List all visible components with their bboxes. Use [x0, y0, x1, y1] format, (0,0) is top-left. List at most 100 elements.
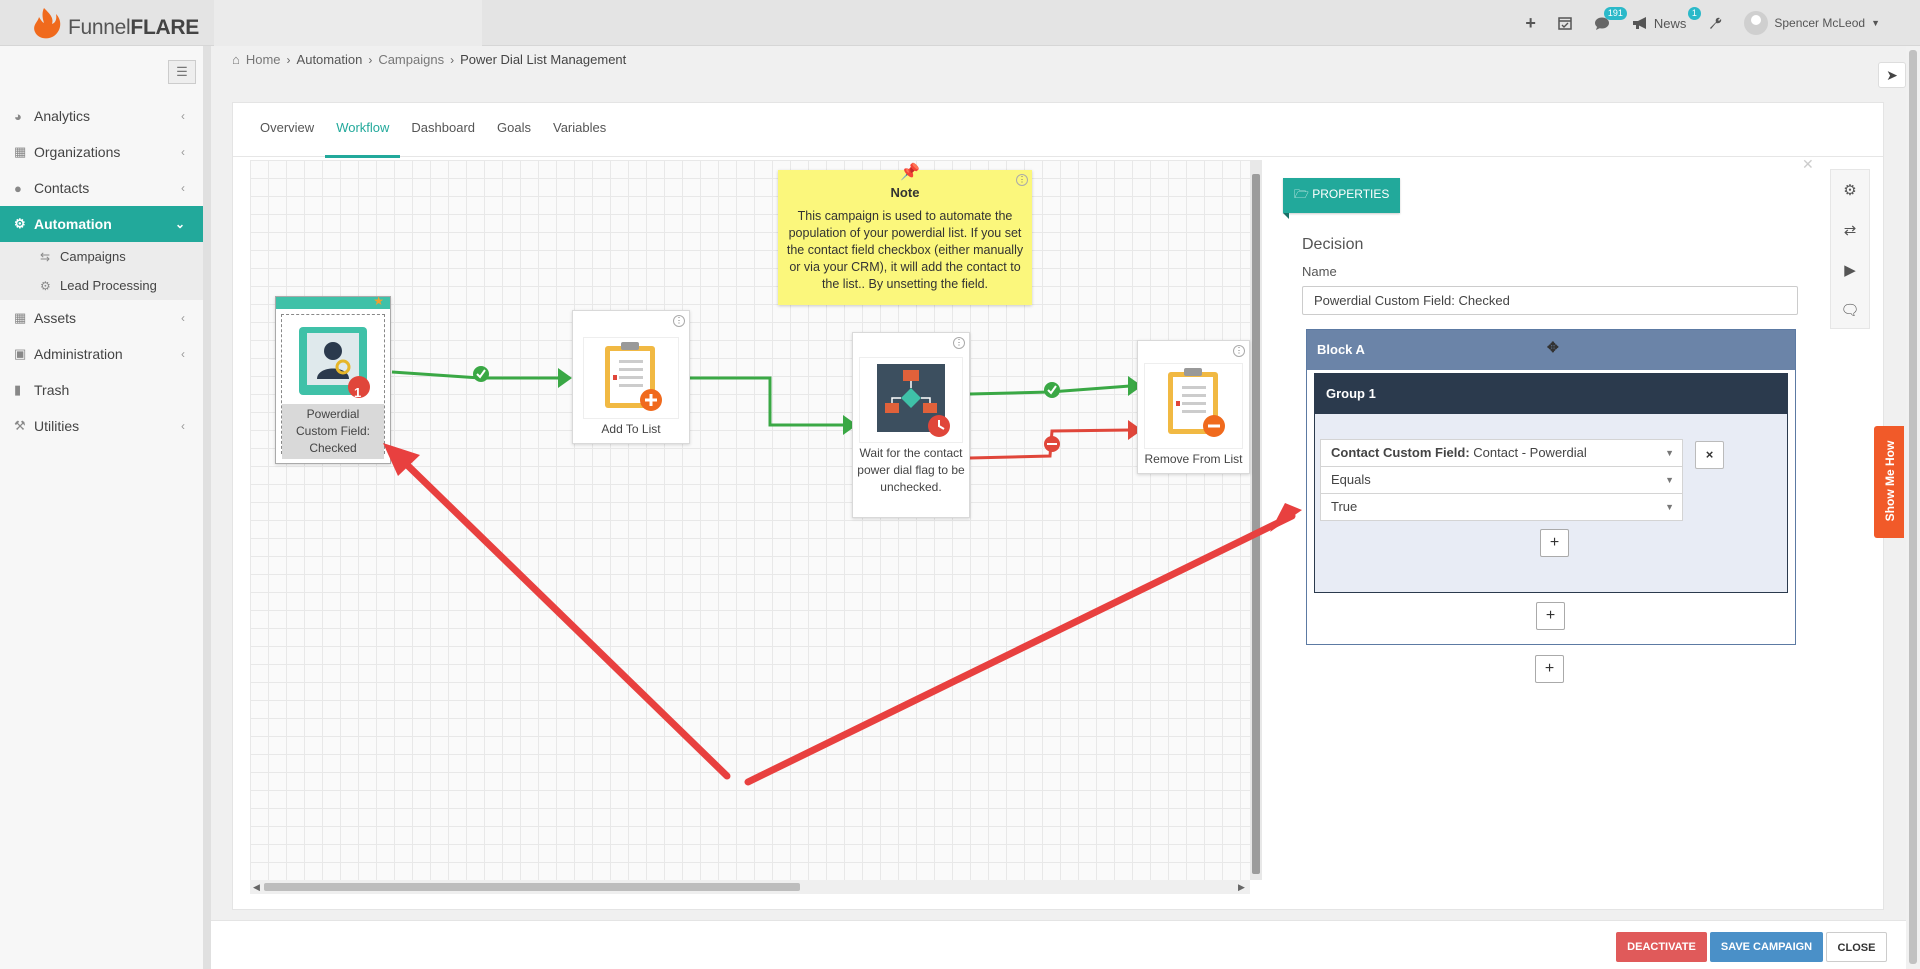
workflow-node-wait[interactable]: ⋮ Wait for the contact power dial flag t… — [852, 332, 970, 518]
sidebar-item-trash[interactable]: ▮ Trash — [0, 372, 203, 408]
sidebar-item-organizations[interactable]: ▦ Organizations ‹ — [0, 134, 203, 170]
move-icon[interactable]: ✥ — [1547, 327, 1559, 367]
tab-workflow[interactable]: Workflow — [325, 103, 401, 158]
sidebar-item-assets[interactable]: ▦ Assets ‹ — [0, 300, 203, 336]
lock-icon: ▣ — [14, 346, 27, 361]
workflow-node-decision[interactable]: ★ 1 Powerdial Custom Field: Checked — [275, 294, 391, 464]
tab-overview[interactable]: Overview — [249, 103, 325, 157]
users-icon: ● — [14, 180, 22, 196]
node-label: Remove From List — [1144, 452, 1243, 466]
notifications-badge: 191 — [1603, 6, 1627, 20]
chevron-left-icon: ‹ — [181, 311, 185, 325]
calendar-check-icon[interactable] — [1558, 16, 1572, 30]
condition-field-select[interactable]: Contact Custom Field: Contact - Powerdia… — [1320, 439, 1683, 467]
caret-down-icon: ▼ — [1665, 502, 1674, 512]
user-name: Spencer McLeod — [1774, 16, 1866, 30]
funnelflare-logo[interactable]: FunnelFLARE — [30, 6, 210, 40]
sitemap-icon: ▦ — [14, 144, 27, 159]
note-title: Note — [890, 185, 920, 200]
menu-icon: ☰ — [176, 64, 188, 79]
clipboard-remove-icon — [1167, 368, 1225, 437]
chevron-left-icon: ‹ — [181, 145, 185, 159]
node-icon-frame — [583, 337, 679, 419]
news-label: News — [1653, 15, 1687, 31]
sidebar: ☰ ◕ Analytics ‹ ▦ Organizations ‹ ● Contacts ‹… — [0, 46, 211, 969]
workflow-node-remove-from-list[interactable]: ⋮ Remove From List — [1137, 340, 1250, 474]
cogs-icon: ⚙ — [14, 216, 26, 231]
tab-goals[interactable]: Goals — [486, 103, 542, 157]
scroll-thumb[interactable] — [1252, 174, 1260, 874]
add-block-button[interactable]: + — [1535, 655, 1564, 683]
decision-name-input[interactable] — [1302, 286, 1798, 315]
properties-type-title: Decision — [1302, 236, 1364, 253]
note-text: This campaign is used to automate the po… — [786, 209, 1024, 291]
save-campaign-button[interactable]: SAVE CAMPAIGN — [1710, 932, 1823, 962]
breadcrumb-home[interactable]: Home — [246, 52, 281, 67]
breadcrumb-automation[interactable]: Automation — [297, 52, 363, 67]
sidebar-item-campaigns[interactable]: ⇆ Campaigns — [0, 242, 203, 271]
kebab-menu-icon[interactable]: ⋮ — [1016, 174, 1028, 186]
sidebar-toggle-button[interactable]: ☰ — [168, 60, 196, 84]
tab-dashboard[interactable]: Dashboard — [400, 103, 486, 157]
collapse-panel-button[interactable]: ➤ — [1878, 62, 1906, 88]
close-properties-icon[interactable]: ✕ — [1802, 156, 1814, 173]
kebab-menu-icon[interactable]: ⋮ — [673, 315, 685, 327]
node-label: Powerdial Custom Field: Checked — [282, 404, 384, 459]
logo-text: FunnelFLARE — [68, 16, 199, 39]
automation-submenu: ⇆ Campaigns ⚙ Lead Processing — [0, 242, 203, 300]
show-me-how-tab[interactable]: Show Me How — [1874, 426, 1904, 538]
sidebar-item-lead-processing[interactable]: ⚙ Lead Processing — [0, 271, 203, 300]
sidebar-item-analytics[interactable]: ◕ Analytics ‹ — [0, 98, 203, 134]
sidebar-item-contacts[interactable]: ● Contacts ‹ — [0, 170, 203, 206]
group-header[interactable]: Group 1 — [1315, 374, 1787, 414]
workflow-node-add-to-list[interactable]: ⋮ Add To List — [572, 310, 690, 444]
kebab-menu-icon[interactable]: ⋮ — [1233, 345, 1245, 357]
star-icon: ★ — [373, 294, 384, 308]
scroll-right-arrow[interactable]: ▶ — [1238, 882, 1245, 893]
news-button[interactable]: News 1 — [1632, 6, 1701, 31]
random-icon[interactable]: ⇄ — [1831, 210, 1869, 250]
plus-icon[interactable]: + — [1525, 13, 1536, 34]
canvas-vertical-scrollbar[interactable] — [1250, 160, 1262, 880]
breadcrumb-campaigns[interactable]: Campaigns — [378, 52, 444, 67]
condition-group-1: Group 1 Contact Custom Field: Contact - … — [1314, 373, 1788, 593]
sidebar-item-automation[interactable]: ⚙ Automation ⌄ — [0, 206, 203, 242]
condition-operator-select[interactable]: Equals ▼ — [1320, 466, 1683, 494]
add-condition-button[interactable]: + — [1540, 529, 1569, 557]
scroll-thumb[interactable] — [264, 883, 800, 891]
notifications-button[interactable]: 191 — [1594, 6, 1627, 31]
breadcrumb-current: Power Dial List Management — [460, 52, 627, 67]
sidebar-item-utilities[interactable]: ⚒ Utilities ‹ — [0, 408, 203, 444]
workflow-canvas[interactable] — [250, 160, 1250, 880]
scroll-thumb[interactable] — [1909, 50, 1917, 964]
comment-icon[interactable]: 🗨 — [1831, 290, 1869, 330]
sticky-note[interactable]: 📌 ⋮ Note This campaign is used to automa… — [778, 164, 1032, 305]
add-group-button[interactable]: + — [1536, 602, 1565, 630]
gear-icon[interactable]: ⚙ — [1831, 170, 1869, 210]
remove-condition-button[interactable]: × — [1695, 441, 1724, 469]
sidebar-item-administration[interactable]: ▣ Administration ‹ — [0, 336, 203, 372]
node-header: ★ — [276, 294, 390, 309]
pushpin-icon: 📌 — [900, 164, 920, 181]
properties-toolbar: ⚙ ⇄ ▶ 🗨 — [1830, 169, 1870, 329]
dashboard-icon: ◕ — [14, 108, 22, 124]
clipboard-add-icon — [605, 342, 662, 411]
condition-value-select[interactable]: True ▼ — [1320, 493, 1683, 521]
page-scrollbar[interactable] — [1906, 46, 1920, 969]
block-header[interactable]: Block A ✥ — [1307, 330, 1795, 370]
name-label: Name — [1302, 264, 1337, 279]
tab-variables[interactable]: Variables — [542, 103, 617, 157]
retweet-icon: ⇆ — [40, 249, 51, 264]
deactivate-button[interactable]: DEACTIVATE — [1616, 932, 1707, 962]
arrow-circle-left-icon: ➤ — [1886, 66, 1898, 83]
play-icon[interactable]: ▶ — [1831, 250, 1869, 290]
news-badge: 1 — [1687, 6, 1701, 20]
wrench-icon[interactable] — [1708, 16, 1722, 30]
user-menu[interactable]: Spencer McLeod ▼ — [1744, 11, 1880, 35]
scroll-left-arrow[interactable]: ◀ — [253, 882, 260, 893]
close-button[interactable]: CLOSE — [1826, 932, 1887, 962]
kebab-menu-icon[interactable]: ⋮ — [953, 337, 965, 349]
wrench-icon: ⚒ — [14, 418, 26, 433]
canvas-horizontal-scrollbar[interactable]: ◀ ▶ — [250, 880, 1250, 894]
blurred-header-area — [214, 0, 482, 46]
